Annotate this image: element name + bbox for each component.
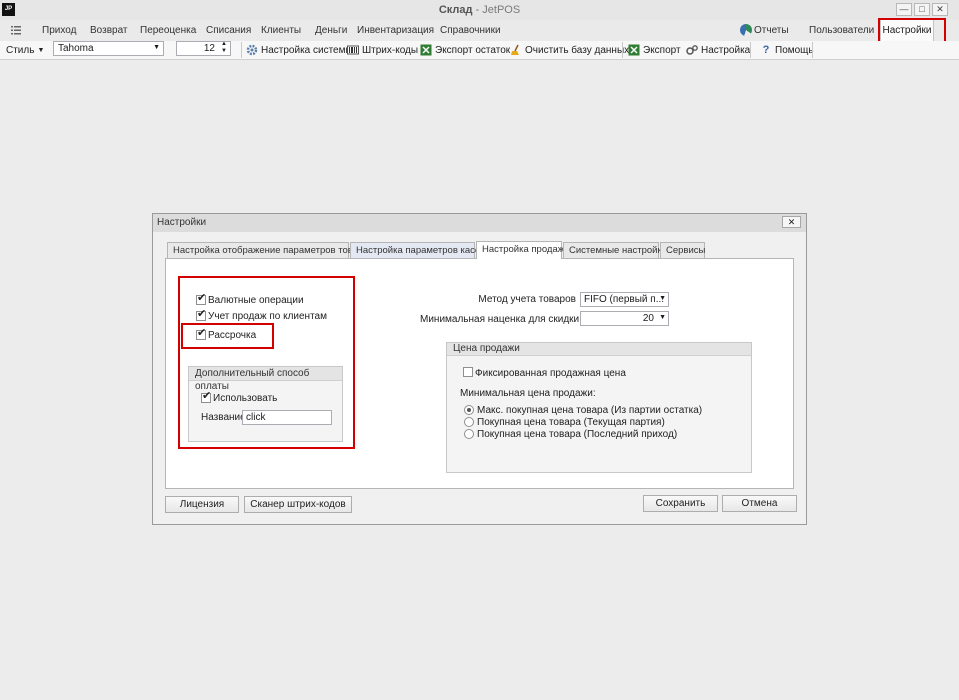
min-markup-stepper[interactable]: 20 ▼ [580, 311, 669, 326]
toolbar-separator [241, 42, 242, 58]
save-button[interactable]: Сохранить [643, 495, 718, 512]
chevron-down-icon: ▼ [659, 314, 666, 321]
accounting-method-select[interactable]: FIFO (первый п... ▼ [580, 292, 669, 307]
chevron-down-icon: ▼ [37, 46, 45, 54]
window-title: Склад - JetPOS [0, 4, 959, 16]
radio-current-batch-price[interactable] [464, 417, 474, 427]
barcode-scanner-button[interactable]: Сканер штрих-кодов [244, 496, 352, 513]
export-stock-button[interactable]: Экспорт остаток [420, 42, 510, 58]
tab-reports[interactable]: Отчеты [754, 25, 789, 36]
export-stock-label: Экспорт остаток [435, 44, 511, 56]
barcodes-button[interactable]: Штрих-коды [347, 42, 418, 58]
license-button[interactable]: Лицензия [165, 496, 239, 513]
tab-sales-settings[interactable]: Настройка продаж [476, 241, 564, 259]
help-icon: ? [762, 44, 770, 56]
clear-database-button[interactable]: Очистить базу данных [510, 42, 629, 58]
tab-clients[interactable]: Клиенты [261, 25, 301, 36]
tab-inventory[interactable]: Инвентаризация [357, 25, 434, 36]
fixed-price-checkbox[interactable] [463, 367, 473, 377]
tab-writeoffs[interactable]: Списания [206, 25, 251, 36]
system-settings-label: Настройка системы [261, 44, 353, 56]
accounting-method-label: Метод учета товаров [478, 294, 576, 305]
font-family-select[interactable]: Tahoma ▼ [53, 41, 164, 56]
barcodes-label: Штрих-коды [362, 44, 419, 56]
export-label: Экспорт [643, 44, 681, 56]
tab-system-settings[interactable]: Системные настройки [563, 242, 667, 258]
list-icon [11, 26, 21, 35]
settings-button[interactable]: Настройка [686, 42, 750, 58]
style-label: Стиль [6, 44, 35, 56]
settings-label: Настройка [701, 44, 751, 56]
radio-last-income-price[interactable] [464, 429, 474, 439]
excel-icon [628, 44, 640, 56]
tab-users[interactable]: Пользователи [809, 25, 874, 36]
window-title-app: JetPOS [482, 4, 521, 16]
tab-references[interactable]: Справочники [440, 25, 501, 36]
font-family-value: Tahoma [58, 43, 94, 54]
fixed-price-label: Фиксированная продажная цена [475, 368, 626, 379]
chevron-down-icon: ▼ [659, 295, 666, 302]
accounting-method-value: FIFO (первый п... [584, 294, 665, 305]
menu-icon[interactable] [11, 25, 21, 35]
toolbar-separator [812, 42, 813, 58]
radio-max-purchase-price[interactable] [464, 405, 474, 415]
spin-arrows-icon[interactable]: ▲ ▼ [221, 41, 227, 55]
font-size-stepper[interactable]: 12 ▲ ▼ [176, 41, 231, 56]
tab-return[interactable]: Возврат [90, 25, 128, 36]
reports-icon [740, 24, 752, 36]
minimize-button[interactable]: — [896, 3, 912, 16]
cancel-button[interactable]: Отмена [722, 495, 797, 512]
export-button[interactable]: Экспорт [628, 42, 681, 58]
tab-product-display[interactable]: Настройка отображение параметров товара [167, 242, 369, 258]
tab-income[interactable]: Приход [42, 25, 76, 36]
radio-last-income-price-label: Покупная цена товара (Последний приход) [477, 429, 678, 440]
gears-icon [686, 45, 698, 55]
system-settings-button[interactable]: Настройка системы [246, 42, 353, 58]
dialog-header [153, 214, 806, 232]
min-sale-price-label: Минимальная цена продажи: [460, 388, 596, 399]
help-label: Помощь [775, 44, 814, 56]
tab-money[interactable]: Деньги [315, 25, 347, 36]
clear-database-label: Очистить базу данных [525, 44, 630, 56]
min-markup-value: 20 [642, 313, 654, 324]
sale-price-group-title: Цена продажи [447, 343, 751, 356]
toolbar-separator [622, 42, 623, 58]
font-size-value: 12 [203, 43, 215, 54]
tab-revaluation[interactable]: Переоценка [140, 25, 196, 36]
toolbar-separator [750, 42, 751, 58]
help-button[interactable]: ? Помощь [760, 42, 814, 58]
style-dropdown[interactable]: Стиль ▼ [6, 42, 44, 58]
window-title-separator: - [472, 4, 483, 16]
radio-current-batch-price-label: Покупная цена товара (Текущая партия) [477, 417, 665, 428]
excel-icon [420, 44, 432, 56]
broom-icon [511, 44, 519, 55]
barcode-icon [347, 45, 359, 55]
close-button[interactable]: ✕ [932, 3, 948, 16]
radio-max-purchase-price-label: Макс. покупная цена товара (Из партии ос… [477, 405, 703, 416]
dialog-title: Настройки [157, 217, 207, 228]
chevron-down-icon: ▼ [153, 44, 160, 51]
tab-services[interactable]: Сервисы [660, 242, 705, 258]
gear-icon [246, 44, 258, 56]
window-title-main: Склад [438, 4, 473, 16]
installment-highlight-box [181, 323, 274, 349]
min-markup-label: Минимальная наценка для скидки [420, 314, 580, 325]
maximize-button[interactable]: □ [914, 3, 930, 16]
dialog-close-button[interactable]: ✕ [782, 216, 801, 228]
options-highlight-box [178, 276, 355, 449]
tab-cashbox-params[interactable]: Настройка параметров кассы [350, 242, 486, 258]
